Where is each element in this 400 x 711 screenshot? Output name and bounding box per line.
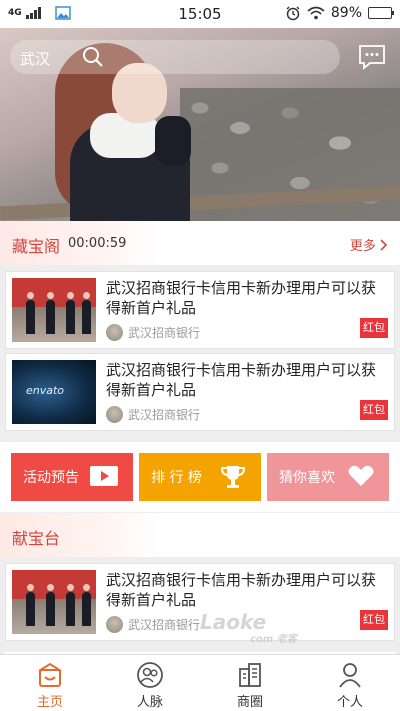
countdown-timer: 00:00:59 <box>68 236 127 251</box>
offer-header: 献宝台 <box>0 513 400 557</box>
message-icon[interactable] <box>358 44 386 70</box>
guess-you-like-button[interactable]: 猜你喜欢 <box>267 453 389 501</box>
home-icon <box>38 662 62 687</box>
seller-name: 武汉招商银行 <box>128 408 201 422</box>
wifi-icon <box>307 6 325 20</box>
list-item[interactable]: 武汉招商银行卡信用卡新办理用户可以获得新首户礼品 武汉招商银行 红包 <box>5 271 395 349</box>
contacts-icon <box>137 662 163 688</box>
bottom-nav: 主页 人脉 商圈 个人 <box>0 654 400 711</box>
item-title: 武汉招商银行卡信用卡新办理用户可以获得新首户礼品 <box>106 361 377 399</box>
red-packet-badge: 红包 <box>360 400 388 420</box>
search-bar[interactable]: 武汉 <box>10 40 340 74</box>
heart-icon <box>348 465 374 486</box>
list-item[interactable]: envato 武汉招商银行卡信用卡新办理用户可以获得新首户礼品 武汉招商银行 红… <box>5 353 395 431</box>
item-title: 武汉招商银行卡信用卡新办理用户可以获得新首户礼品 <box>106 571 377 609</box>
city-selector[interactable]: 武汉 <box>20 48 50 69</box>
button-label: 活动预告 <box>23 470 79 486</box>
banner-hand <box>155 116 191 166</box>
trophy-icon <box>220 466 246 488</box>
button-label: 排 行 榜 <box>151 470 202 486</box>
watermark: Laoke com 老客 <box>200 610 350 650</box>
status-bar: 4G 15:05 89% <box>0 0 400 28</box>
battery-percent: 89% <box>330 5 362 21</box>
section-title: 献宝台 <box>12 529 61 548</box>
tab-label: 个人 <box>336 695 363 710</box>
red-packet-badge: 红包 <box>360 318 388 338</box>
item-thumbnail <box>12 570 96 634</box>
tab-label: 人脉 <box>136 695 163 710</box>
battery-icon <box>368 7 394 19</box>
seller-avatar <box>106 324 123 341</box>
status-right: 89% <box>285 5 394 21</box>
seller-avatar <box>106 616 123 633</box>
chevron-right-icon <box>380 239 388 251</box>
item-thumbnail <box>12 278 96 342</box>
seller-name: 武汉招商银行 <box>128 326 201 340</box>
tab-label: 主页 <box>36 695 63 710</box>
watermark-sub: com 老客 <box>250 634 297 645</box>
tab-contacts[interactable]: 人脉 <box>100 661 200 710</box>
item-thumbnail: envato <box>12 360 96 424</box>
red-packet-badge: 红包 <box>360 610 388 630</box>
tab-profile[interactable]: 个人 <box>300 661 400 710</box>
seller-name: 武汉招商银行 <box>128 618 201 632</box>
action-buttons: 活动预告 排 行 榜 猜你喜欢 <box>0 442 400 512</box>
tab-label: 商圈 <box>236 695 263 710</box>
tab-business[interactable]: 商圈 <box>200 661 300 710</box>
activity-preview-button[interactable]: 活动预告 <box>11 453 133 501</box>
play-icon <box>90 466 118 486</box>
person-icon <box>339 663 361 688</box>
tab-home[interactable]: 主页 <box>0 661 100 710</box>
thumbnail-logo-text: envato <box>26 384 65 397</box>
seller-avatar <box>106 406 123 423</box>
button-label: 猜你喜欢 <box>279 470 335 486</box>
more-link[interactable]: 更多 <box>350 235 388 254</box>
treasure-header: 藏宝阁 00:00:59 更多 <box>0 221 400 265</box>
section-title: 藏宝阁 <box>12 237 61 256</box>
ranking-button[interactable]: 排 行 榜 <box>139 453 261 501</box>
item-title: 武汉招商银行卡信用卡新办理用户可以获得新首户礼品 <box>106 279 377 317</box>
alarm-icon <box>286 6 300 21</box>
more-label: 更多 <box>349 239 376 254</box>
business-icon <box>239 663 261 687</box>
search-icon[interactable] <box>82 46 104 68</box>
